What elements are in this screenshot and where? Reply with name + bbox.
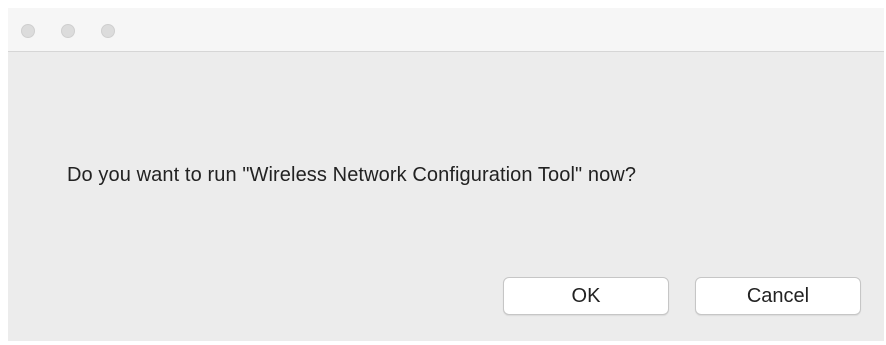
title-bar[interactable] [8, 8, 884, 52]
cancel-button[interactable]: Cancel [695, 277, 861, 315]
dialog-window: Do you want to run "Wireless Network Con… [8, 8, 884, 341]
minimize-window-icon[interactable] [61, 24, 75, 38]
ok-button[interactable]: OK [503, 277, 669, 315]
close-window-icon[interactable] [21, 24, 35, 38]
dialog-message: Do you want to run "Wireless Network Con… [67, 164, 637, 186]
zoom-window-icon[interactable] [101, 24, 115, 38]
